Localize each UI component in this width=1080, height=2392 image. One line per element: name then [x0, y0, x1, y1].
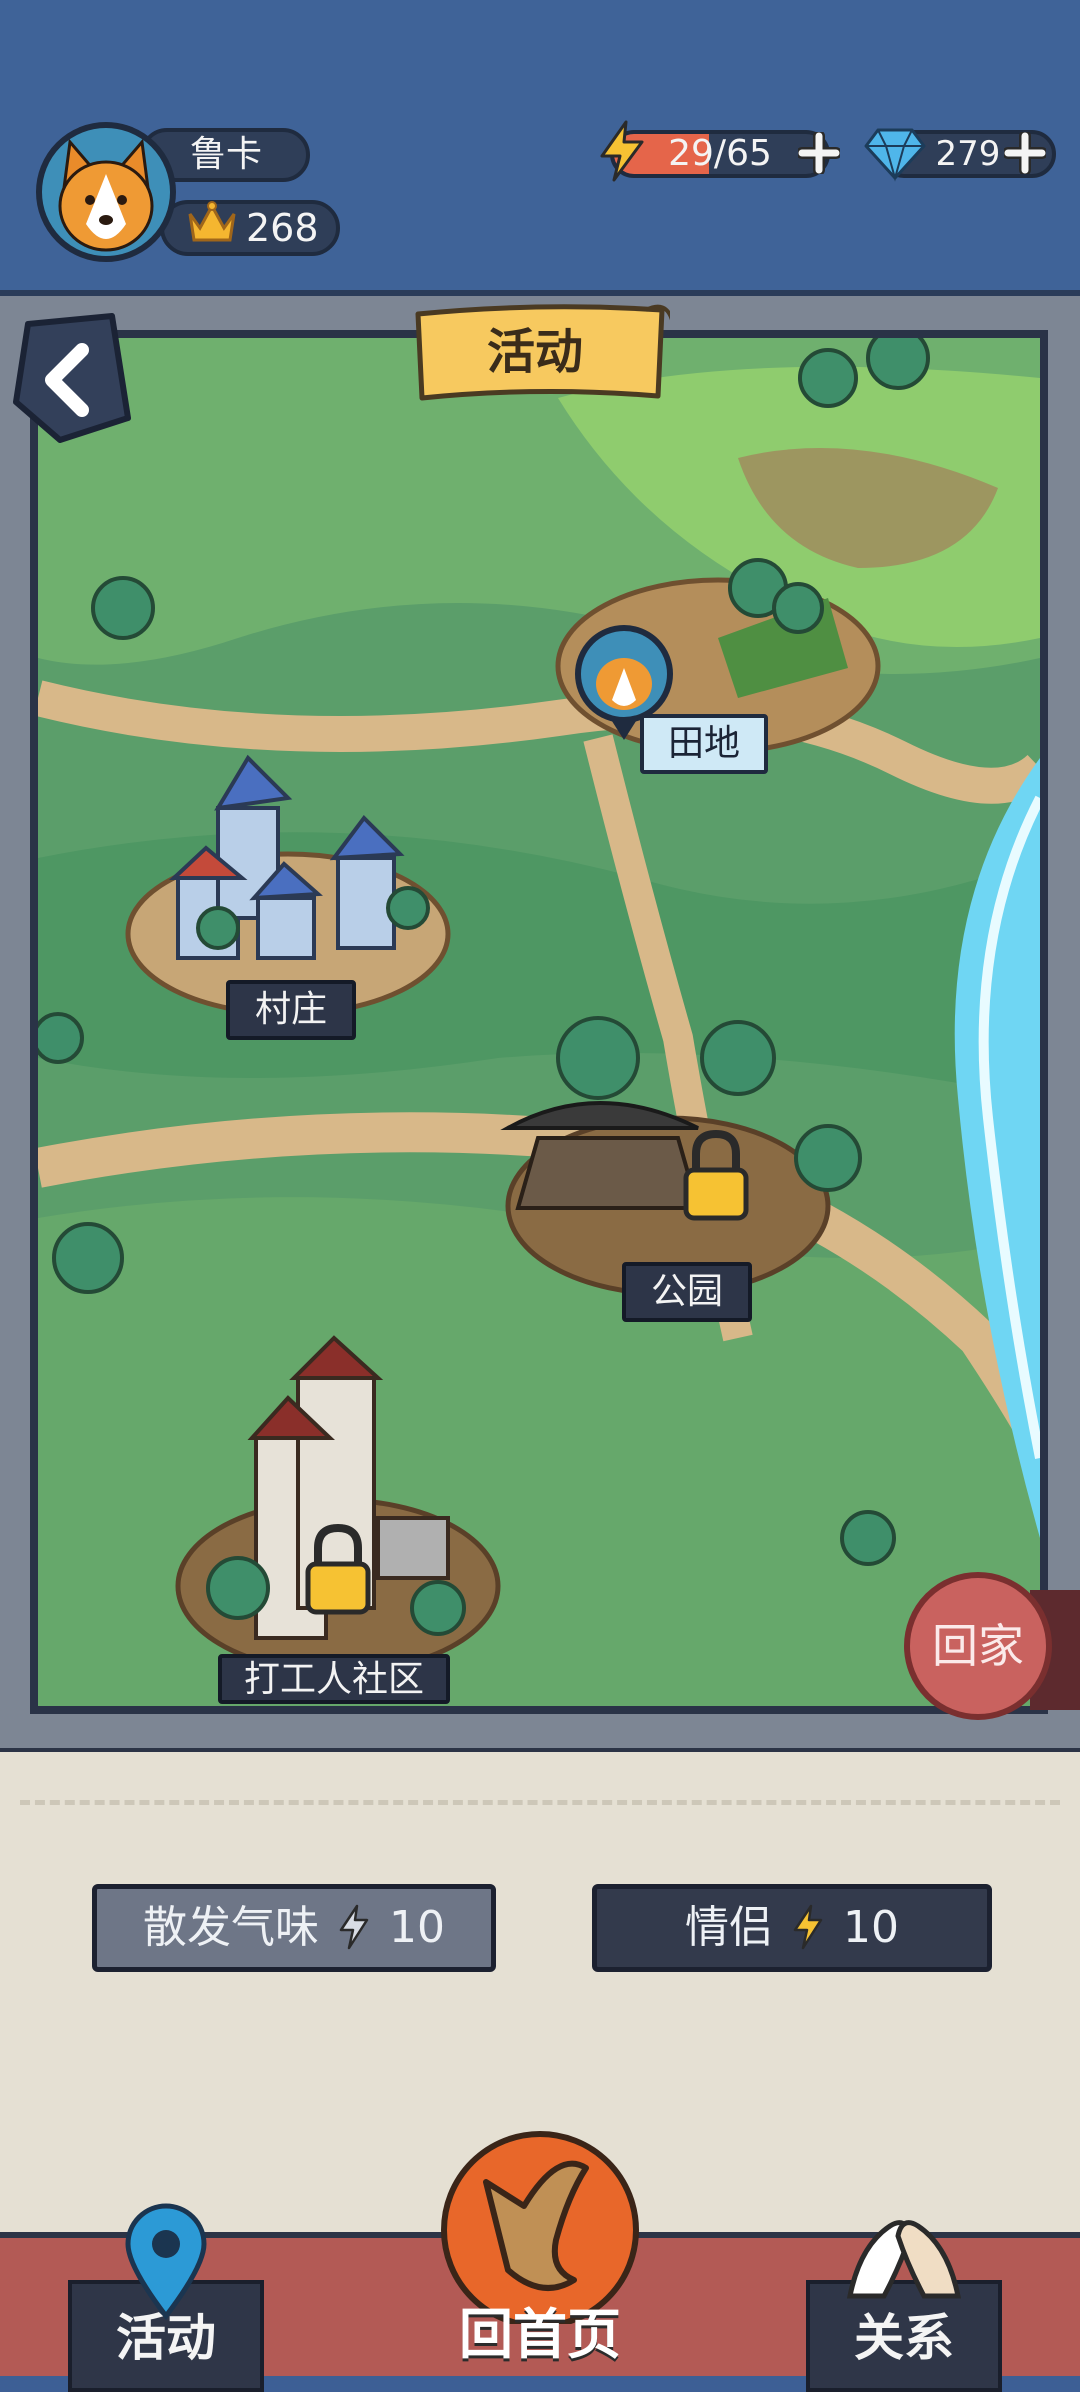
place-park[interactable]: 公园 — [622, 1262, 752, 1322]
back-button[interactable] — [8, 310, 132, 446]
nav-relationship-label: 关系 — [854, 2309, 954, 2367]
couple-cost: 10 — [843, 1902, 899, 1953]
place-farm[interactable]: 田地 — [640, 714, 768, 774]
map-terrain — [38, 338, 1040, 1706]
player-avatar[interactable] — [36, 122, 176, 262]
spread-scent-cost: 10 — [389, 1902, 445, 1953]
add-gems-icon[interactable] — [1004, 132, 1046, 174]
couple-label: 情侣 — [685, 1902, 773, 1953]
place-village[interactable]: 村庄 — [226, 980, 356, 1040]
gem-icon — [864, 128, 926, 182]
add-energy-icon[interactable] — [798, 132, 840, 174]
handshake-icon — [846, 2220, 962, 2299]
corgi-icon — [58, 138, 154, 252]
energy-cost-icon — [793, 1904, 823, 1950]
nav-activity-label: 活动 — [116, 2309, 216, 2367]
panel-divider — [20, 1800, 1060, 1805]
world-map[interactable] — [30, 330, 1048, 1714]
bolt-icon — [600, 120, 644, 182]
energy-cost-icon — [339, 1904, 369, 1950]
map-title: 活动 — [486, 324, 583, 380]
spread-scent-button[interactable]: 散发气味 10 — [92, 1884, 496, 1972]
place-worker-community[interactable]: 打工人社区 — [218, 1654, 450, 1704]
home-button[interactable]: 回家 — [904, 1572, 1052, 1720]
couple-button[interactable]: 情侣 10 — [592, 1884, 992, 1972]
spread-scent-label: 散发气味 — [143, 1902, 319, 1953]
crown-icon — [188, 201, 236, 242]
nav-home-label[interactable]: 回首页 — [420, 2290, 660, 2369]
